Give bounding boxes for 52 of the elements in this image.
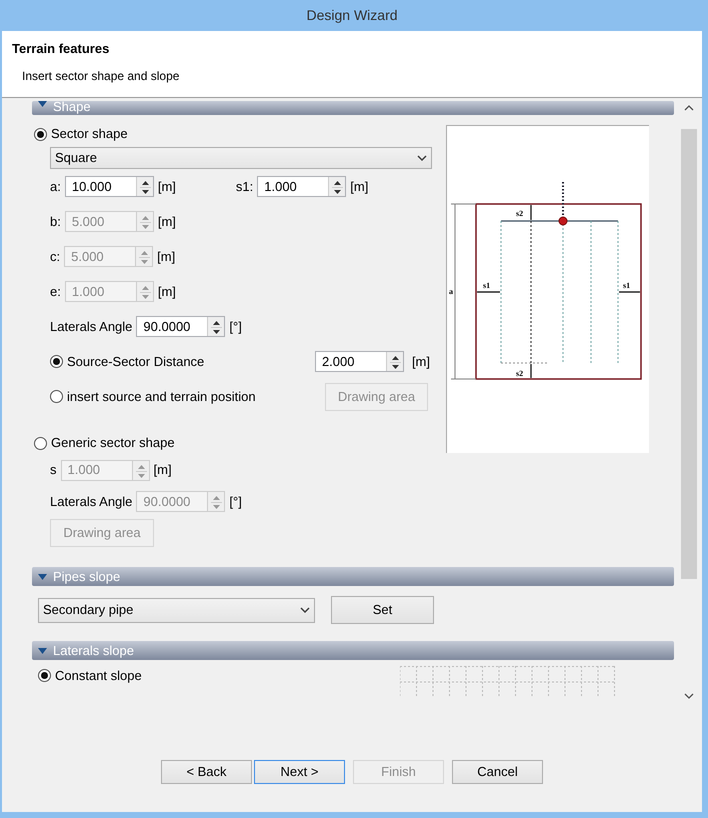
radio-label[interactable]: Source-Sector Distance — [67, 352, 204, 372]
number-spinner: 1.000 — [60, 460, 150, 480]
unit-label: [°] — [229, 492, 242, 511]
number-spinner[interactable]: 1.000 — [257, 176, 346, 197]
page-title: Terrain features — [12, 40, 110, 58]
number-spinner: 1.000 — [64, 281, 154, 302]
unit-label: [m] — [158, 178, 176, 196]
collapse-triangle-icon — [38, 101, 47, 107]
unit-label: [m] — [412, 352, 430, 371]
dimension-label: s1 — [623, 281, 630, 290]
wizard-button[interactable]: Next > — [254, 760, 345, 784]
field-label: Laterals Angle — [50, 492, 132, 511]
number-spinner: 5.000 — [64, 246, 154, 267]
unit-label: [m] — [158, 212, 176, 231]
chevron-down-icon — [300, 607, 310, 613]
dimension-label: s2 — [516, 209, 524, 218]
radio-label[interactable]: Constant slope — [55, 666, 142, 686]
field-label: c: — [50, 248, 60, 266]
dropdown[interactable]: Secondary pipe — [38, 598, 315, 622]
field-label: a: — [50, 178, 61, 196]
dimension-label: a — [449, 287, 453, 296]
collapse-triangle-icon — [38, 574, 47, 580]
dropdown[interactable]: Square — [50, 147, 432, 169]
field-label: s1: — [236, 178, 254, 196]
radio-label[interactable]: Sector shape — [51, 124, 128, 144]
radio-button[interactable] — [38, 669, 51, 682]
dimension-label: s1 — [483, 281, 490, 290]
number-spinner[interactable]: 2.000 — [314, 351, 404, 372]
number-spinner: 90.0000 — [136, 491, 226, 512]
wizard-button[interactable]: Cancel — [452, 760, 543, 784]
set-button[interactable]: Set — [331, 596, 434, 624]
chevron-down-icon — [417, 155, 427, 161]
number-spinner[interactable]: 10.000 — [64, 176, 154, 197]
unit-label: [m] — [350, 178, 368, 196]
unit-label: [m] — [158, 282, 176, 301]
unit-label: [m] — [157, 248, 176, 266]
unit-label: [m] — [154, 461, 172, 480]
field-label: s — [50, 461, 56, 480]
page-subtitle: Insert sector shape and slope — [21, 68, 180, 84]
unit-label: [°] — [229, 318, 242, 336]
radio-button[interactable] — [34, 436, 47, 450]
radio-button[interactable] — [50, 355, 63, 368]
radio-label[interactable]: Generic sector shape — [51, 433, 175, 453]
field-label: Laterals Angle — [50, 318, 132, 336]
radio-button[interactable] — [34, 128, 47, 140]
wizard-button[interactable]: < Back — [161, 760, 252, 784]
number-spinner: 5.000 — [64, 211, 154, 232]
dimension-label: s2 — [516, 369, 524, 378]
field-label: b: — [50, 212, 61, 231]
collapse-triangle-icon — [38, 648, 47, 654]
field-label: e: — [50, 282, 61, 301]
number-spinner[interactable]: 90.0000 — [136, 316, 226, 337]
